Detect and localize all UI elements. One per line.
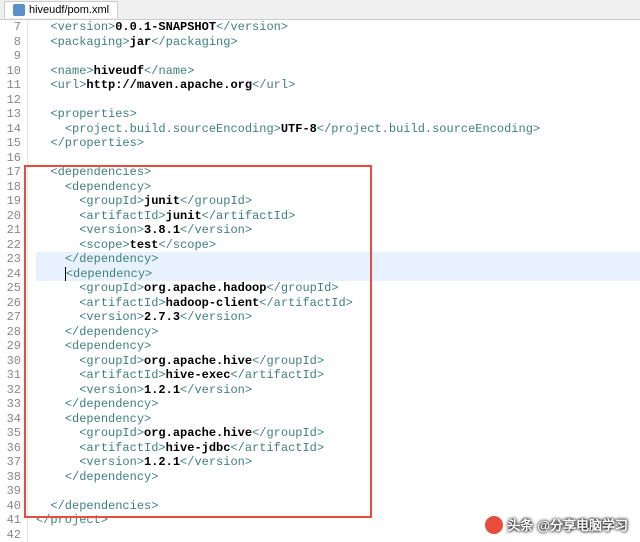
line-number: 10 <box>0 64 21 79</box>
code-line[interactable]: <packaging>jar</packaging> <box>36 35 640 50</box>
code-line[interactable] <box>36 151 640 166</box>
line-number: 19 <box>0 194 21 209</box>
line-number: 42 <box>0 528 21 542</box>
code-line[interactable]: <dependency> <box>36 339 640 354</box>
line-number: 23 <box>0 252 21 267</box>
code-area[interactable]: <version>0.0.1-SNAPSHOT</version> <packa… <box>28 20 640 542</box>
code-line[interactable]: <dependencies> <box>36 165 640 180</box>
code-line[interactable]: <dependency> <box>36 180 640 195</box>
code-line[interactable]: <version>1.2.1</version> <box>36 383 640 398</box>
line-number: 37 <box>0 455 21 470</box>
line-number: 38 <box>0 470 21 485</box>
code-line[interactable] <box>36 49 640 64</box>
line-number: 14 <box>0 122 21 137</box>
code-line[interactable]: <artifactId>junit</artifactId> <box>36 209 640 224</box>
tab-bar: hiveudf/pom.xml <box>0 0 640 20</box>
code-line[interactable]: <groupId>org.apache.hive</groupId> <box>36 354 640 369</box>
line-number: 26 <box>0 296 21 311</box>
line-number: 12 <box>0 93 21 108</box>
code-line[interactable]: <name>hiveudf</name> <box>36 64 640 79</box>
code-line[interactable]: </dependencies> <box>36 499 640 514</box>
code-line[interactable]: <artifactId>hadoop-client</artifactId> <box>36 296 640 311</box>
line-number: 24 <box>0 267 21 282</box>
code-line[interactable]: <artifactId>hive-exec</artifactId> <box>36 368 640 383</box>
code-line[interactable]: <properties> <box>36 107 640 122</box>
line-number: 33 <box>0 397 21 412</box>
code-line[interactable]: <url>http://maven.apache.org</url> <box>36 78 640 93</box>
line-number: 41 <box>0 513 21 528</box>
code-line[interactable]: <groupId>junit</groupId> <box>36 194 640 209</box>
code-line[interactable]: </properties> <box>36 136 640 151</box>
xml-file-icon <box>13 4 25 16</box>
line-number: 22 <box>0 238 21 253</box>
watermark: 头条 @分享电脑学习 <box>485 515 628 534</box>
code-line[interactable]: <version>2.7.3</version> <box>36 310 640 325</box>
line-number: 16 <box>0 151 21 166</box>
line-number: 27 <box>0 310 21 325</box>
code-line[interactable]: </dependency> <box>36 397 640 412</box>
code-line[interactable]: <project.build.sourceEncoding>UTF-8</pro… <box>36 122 640 137</box>
code-line[interactable]: <artifactId>hive-jdbc</artifactId> <box>36 441 640 456</box>
watermark-text: @分享电脑学习 <box>537 515 628 534</box>
line-number: 35 <box>0 426 21 441</box>
code-line[interactable]: <groupId>org.apache.hive</groupId> <box>36 426 640 441</box>
code-line[interactable]: </dependency> <box>36 325 640 340</box>
line-number: 40 <box>0 499 21 514</box>
code-line[interactable] <box>36 484 640 499</box>
code-line[interactable]: <version>0.0.1-SNAPSHOT</version> <box>36 20 640 35</box>
line-number: 11 <box>0 78 21 93</box>
line-number-gutter: 7891011121314151617181920212223242526272… <box>0 20 28 542</box>
line-number: 34 <box>0 412 21 427</box>
code-editor[interactable]: 7891011121314151617181920212223242526272… <box>0 20 640 542</box>
code-line[interactable] <box>36 93 640 108</box>
code-line[interactable]: <version>3.8.1</version> <box>36 223 640 238</box>
code-line[interactable]: <scope>test</scope> <box>36 238 640 253</box>
line-number: 20 <box>0 209 21 224</box>
line-number: 13 <box>0 107 21 122</box>
code-line[interactable]: <dependency> <box>36 412 640 427</box>
watermark-icon <box>485 516 503 534</box>
code-line[interactable]: <groupId>org.apache.hadoop</groupId> <box>36 281 640 296</box>
code-line[interactable]: <dependency> <box>36 267 640 282</box>
line-number: 39 <box>0 484 21 499</box>
line-number: 32 <box>0 383 21 398</box>
line-number: 9 <box>0 49 21 64</box>
line-number: 15 <box>0 136 21 151</box>
line-number: 8 <box>0 35 21 50</box>
line-number: 7 <box>0 20 21 35</box>
file-tab[interactable]: hiveudf/pom.xml <box>4 1 118 18</box>
tab-label: hiveudf/pom.xml <box>29 4 109 16</box>
line-number: 21 <box>0 223 21 238</box>
line-number: 29 <box>0 339 21 354</box>
line-number: 31 <box>0 368 21 383</box>
line-number: 36 <box>0 441 21 456</box>
line-number: 28 <box>0 325 21 340</box>
line-number: 25 <box>0 281 21 296</box>
code-line[interactable]: <version>1.2.1</version> <box>36 455 640 470</box>
line-number: 17 <box>0 165 21 180</box>
code-line[interactable]: </dependency> <box>36 252 640 267</box>
line-number: 30 <box>0 354 21 369</box>
watermark-prefix: 头条 <box>507 515 533 534</box>
line-number: 18 <box>0 180 21 195</box>
code-line[interactable]: </dependency> <box>36 470 640 485</box>
